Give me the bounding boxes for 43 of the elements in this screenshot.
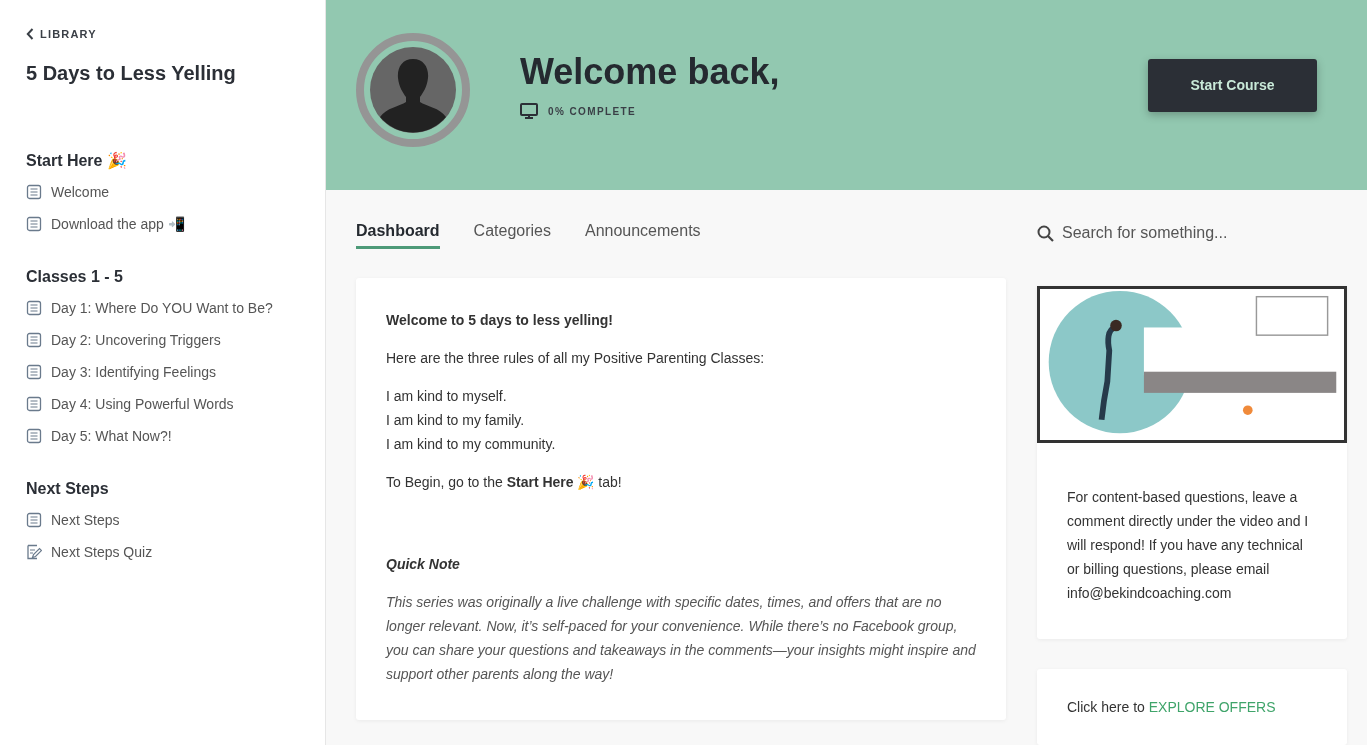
document-icon xyxy=(26,184,42,200)
document-icon xyxy=(26,512,42,528)
rule-text: I am kind to my community. xyxy=(386,435,557,454)
rule-text: I am kind to myself. xyxy=(386,387,508,406)
chevron-left-icon xyxy=(26,28,34,40)
course-title: 5 Days to Less Yelling xyxy=(26,62,237,85)
note-text: This series was originally a live challenge with specific dates, times, and offers that are no longer relevant. Now, it’s self-paced for your convenience. While there’s no Facebook group, you can share your questions and takeaways in the comments—your insights might inspire and support other parents along the way! xyxy=(386,593,976,684)
start-course-button[interactable]: Start Course xyxy=(1148,58,1317,112)
intro-text: Here are the three rules of all my Positive Parenting Classes: xyxy=(386,349,766,368)
lesson-link[interactable]: Next Steps Quiz xyxy=(26,536,299,568)
begin-text: To Begin, go to the Start Here 🎉 tab! xyxy=(386,473,623,492)
library-back-link[interactable]: LIBRARY xyxy=(26,28,97,40)
document-icon xyxy=(26,428,42,444)
search-field[interactable]: Search for something... xyxy=(1062,224,1322,242)
lesson-link[interactable]: Day 3: Identifying Feelings xyxy=(26,356,299,388)
pencil-document-icon xyxy=(26,544,42,560)
lesson-link[interactable]: Day 5: What Now?! xyxy=(26,420,299,452)
document-icon xyxy=(26,364,42,380)
document-icon xyxy=(26,396,42,412)
lesson-link[interactable]: Download the app 📲 xyxy=(26,208,299,240)
document-icon xyxy=(26,332,42,348)
search-icon xyxy=(1037,224,1054,242)
help-text: For content-based questions, leave a comment directly under the video and I will respond! If you have any technical or billing questions, please email info@bekindcoaching.com xyxy=(1066,488,1310,603)
document-icon xyxy=(26,216,42,232)
section-heading: Classes 1 - 5 xyxy=(26,268,124,286)
tab[interactable]: Categories xyxy=(473,222,551,249)
section-heading: Next Steps xyxy=(26,480,110,498)
lesson-link[interactable]: Day 4: Using Powerful Words xyxy=(26,388,299,420)
offers-text: Click here to xyxy=(1067,699,1145,715)
tab[interactable]: Dashboard xyxy=(356,222,440,249)
monitor-icon xyxy=(520,103,538,119)
progress-label: 0% COMPLETE xyxy=(548,105,637,117)
document-icon xyxy=(26,300,42,316)
welcome-heading: Welcome back, xyxy=(520,51,781,93)
section-heading: Start Here 🎉 xyxy=(26,151,128,170)
lesson-link[interactable]: Day 2: Uncovering Triggers xyxy=(26,324,299,356)
card-heading: Welcome to 5 days to less yelling! xyxy=(386,311,614,330)
lesson-link[interactable]: Day 1: Where Do YOU Want to Be? xyxy=(26,292,299,324)
tab[interactable]: Announcements xyxy=(584,222,701,249)
rule-text: I am kind to my family. xyxy=(386,411,526,430)
lesson-link[interactable]: Welcome xyxy=(26,176,299,208)
note-title: Quick Note xyxy=(386,555,461,574)
lesson-link[interactable]: Next Steps xyxy=(26,504,299,536)
